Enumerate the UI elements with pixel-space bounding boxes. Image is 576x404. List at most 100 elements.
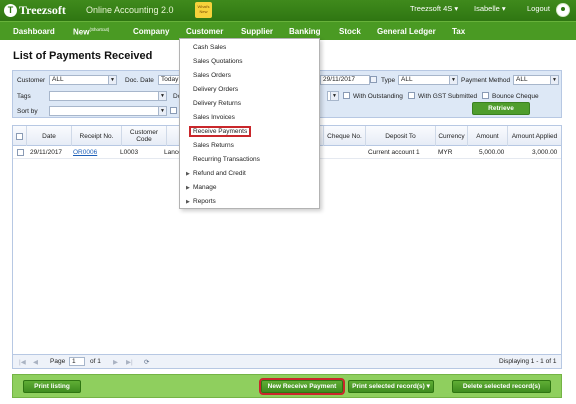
with-gst-label: With GST Submitted [418, 93, 478, 100]
nav-company[interactable]: Company [133, 27, 169, 36]
header-deposit-to[interactable]: Deposit To [366, 126, 436, 146]
chevron-down-icon: ▼ [108, 76, 116, 84]
user-avatar-icon[interactable] [556, 3, 570, 17]
print-listing-button[interactable]: Print listing [23, 380, 81, 393]
header-cheque-no[interactable]: Cheque No. [324, 126, 366, 146]
header-receipt-no[interactable]: Receipt No. [72, 126, 122, 146]
chevron-down-icon: ▼ [550, 76, 558, 84]
submenu-arrow-icon: ▶ [186, 185, 190, 191]
header-currency[interactable]: Currency [436, 126, 468, 146]
last-page-icon[interactable]: ▶| [126, 358, 133, 366]
with-gst-checkbox[interactable] [408, 92, 415, 99]
payment-method-select[interactable]: ALL ▼ [513, 75, 559, 85]
first-page-icon[interactable]: |◀ [19, 358, 26, 366]
displaying-text: Displaying 1 - 1 of 1 [499, 358, 557, 365]
company-selector[interactable]: Treezsoft 4S ▾ [410, 4, 458, 13]
menu-cash-sales[interactable]: Cash Sales [193, 44, 226, 51]
row-date: 29/11/2017 [30, 149, 63, 156]
customer-select[interactable]: ALL ▼ [49, 75, 117, 85]
menu-manage[interactable]: Manage [193, 184, 217, 191]
new-receive-payment-button[interactable]: New Receive Payment [259, 378, 345, 395]
select-all-checkbox[interactable] [16, 132, 23, 140]
select-all-cell [13, 126, 27, 146]
with-outstanding-checkbox[interactable] [343, 92, 350, 99]
row-amount: 5,000.00 [479, 149, 505, 156]
header-amount[interactable]: Amount [468, 126, 508, 146]
type-label: Type [381, 77, 396, 84]
type-select[interactable]: ALL ▼ [398, 75, 458, 85]
header-date[interactable]: Date [27, 126, 72, 146]
top-bar: T Treezsoft Online Accounting 2.0 What's… [0, 0, 576, 21]
nav-banking[interactable]: Banking [289, 27, 321, 36]
submenu-arrow-icon: ▶ [186, 199, 190, 205]
doc-date-label: Doc. Date [125, 77, 154, 84]
nav-tax[interactable]: Tax [452, 27, 465, 36]
tags-label: Tags [17, 93, 31, 100]
type-select-value: ALL [401, 76, 413, 83]
submenu-arrow-icon: ▶ [186, 171, 190, 177]
customer-select-value: ALL [52, 76, 64, 83]
refresh-icon[interactable]: ⟳ [144, 358, 149, 366]
footer-toolbar: Print listing New Receive Payment Print … [12, 374, 562, 398]
chevron-down-icon: ▼ [330, 92, 338, 100]
chevron-down-icon: ▾ [426, 383, 430, 390]
print-selected-button[interactable]: Print selected record(s) ▾ [348, 380, 434, 393]
row-amount-applied: 3,000.00 [532, 149, 558, 156]
row-receipt-link[interactable]: OR0006 [73, 149, 97, 156]
header-amount-applied[interactable]: Amount Applied [508, 126, 561, 146]
page-count: of 1 [90, 358, 101, 365]
row-checkbox[interactable] [17, 149, 24, 156]
sort-by-label: Sort by [17, 108, 38, 115]
menu-sales-returns[interactable]: Sales Returns [193, 142, 234, 149]
page-label: Page [50, 358, 66, 365]
prev-page-icon[interactable]: ◀ [33, 358, 38, 366]
logo-text: Treezsoft [19, 3, 66, 17]
doc-date-select[interactable]: Today [158, 75, 180, 85]
nav-new[interactable]: New(Shortcut) [73, 27, 109, 37]
to-date-value: 29/11/2017 [323, 76, 356, 83]
do-select[interactable]: ▼ [327, 91, 339, 101]
user-menu[interactable]: Isabelle ▾ [474, 4, 506, 13]
sort-by-select[interactable]: ▼ [49, 106, 167, 116]
treezsoft-logo[interactable]: T Treezsoft [4, 3, 66, 18]
sort-desc-checkbox[interactable] [170, 107, 177, 114]
menu-delivery-returns[interactable]: Delivery Returns [193, 100, 241, 107]
chevron-down-icon: ▼ [158, 107, 166, 115]
nav-supplier[interactable]: Supplier [241, 27, 273, 36]
header-customer-code[interactable]: Customer Code [122, 126, 167, 146]
bounce-cheque-checkbox[interactable] [482, 92, 489, 99]
whats-new-badge[interactable]: What's New [195, 2, 212, 18]
with-outstanding-label: With Outstanding [353, 93, 403, 100]
print-selected-label: Print selected record(s) [352, 383, 425, 390]
menu-sales-invoices[interactable]: Sales Invoices [193, 114, 235, 121]
tags-select[interactable]: ▼ [49, 91, 167, 101]
row-customer-code: L0003 [120, 149, 139, 156]
nav-new-shortcut: (Shortcut) [89, 27, 110, 32]
doc-date-value: Today [161, 76, 179, 83]
page-number-input[interactable]: 1 [69, 357, 85, 366]
page-title: List of Payments Received [13, 50, 153, 62]
calendar-icon[interactable] [370, 76, 377, 83]
payment-method-label: Payment Method [461, 77, 511, 84]
chevron-down-icon: ▼ [449, 76, 457, 84]
menu-sales-orders[interactable]: Sales Orders [193, 72, 231, 79]
customer-label: Customer [17, 77, 46, 84]
retrieve-button[interactable]: Retrieve [472, 102, 530, 115]
menu-receive-payments[interactable]: Receive Payments [189, 126, 252, 137]
nav-stock[interactable]: Stock [339, 27, 361, 36]
nav-customer[interactable]: Customer [186, 27, 223, 36]
to-date-field[interactable]: 29/11/2017 [320, 75, 370, 85]
next-page-icon[interactable]: ▶ [113, 358, 118, 366]
menu-recurring-transactions[interactable]: Recurring Transactions [193, 156, 260, 163]
menu-sales-quotations[interactable]: Sales Quotations [193, 58, 243, 65]
chevron-down-icon: ▼ [158, 92, 166, 100]
menu-delivery-orders[interactable]: Delivery Orders [193, 86, 238, 93]
logo-icon: T [4, 4, 17, 17]
menu-refund-and-credit[interactable]: Refund and Credit [193, 170, 246, 177]
menu-reports[interactable]: Reports [193, 198, 216, 205]
nav-dashboard[interactable]: Dashboard [13, 27, 55, 36]
bounce-cheque-label: Bounce Cheque [492, 93, 539, 100]
logout-link[interactable]: Logout [527, 4, 550, 13]
nav-general-ledger[interactable]: General Ledger [377, 27, 436, 36]
delete-selected-button[interactable]: Delete selected record(s) [452, 380, 551, 393]
